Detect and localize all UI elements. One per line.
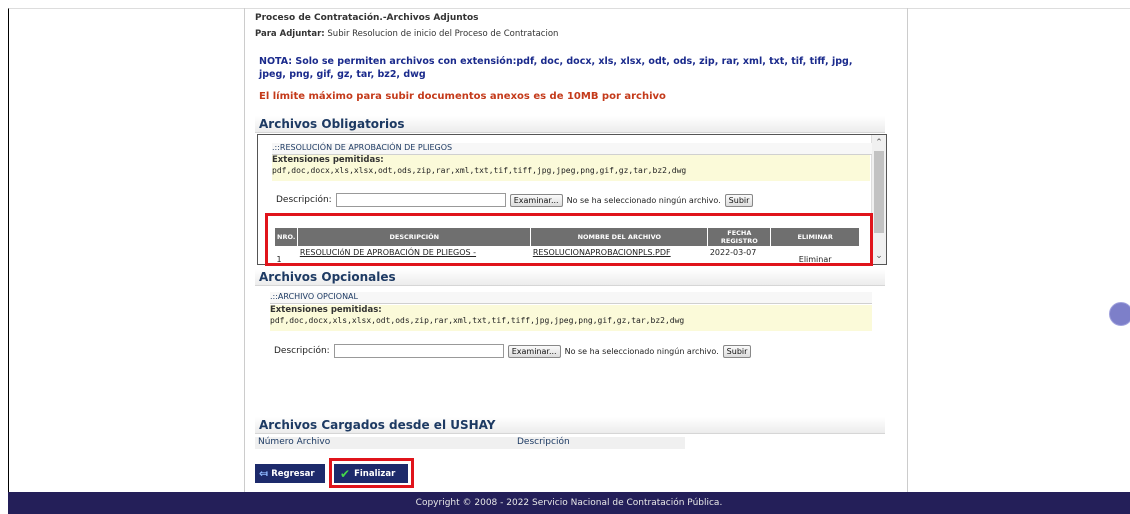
col-descripcion: Descripción: [517, 437, 570, 447]
doc-label-opcional: .::ARCHIVO OPCIONAL: [270, 292, 872, 304]
description-input[interactable]: [333, 344, 504, 358]
scroll-up-icon[interactable]: ⌃: [874, 137, 884, 149]
size-limit-note: El límite máximo para subir documentos a…: [259, 91, 666, 102]
upload-button[interactable]: Subir: [724, 193, 754, 207]
side-widget-icon[interactable]: [1109, 302, 1130, 326]
col-numero-archivo: Número Archivo: [258, 437, 331, 447]
extensions-title: Extensiones pemitidas:: [270, 305, 382, 315]
no-file-text: No se ha seleccionado ningún archivo.: [566, 195, 721, 205]
page-title: Proceso de Contratación.-Archivos Adjunt…: [255, 13, 479, 23]
upload-button[interactable]: Subir: [722, 344, 752, 358]
scroll-down-icon[interactable]: ⌄: [874, 250, 884, 262]
adjuntar-line: Para Adjuntar: Subir Resolucion de inici…: [255, 29, 558, 39]
highlight-box-table: [265, 213, 873, 266]
browse-button[interactable]: Examinar...: [507, 344, 561, 358]
regresar-button[interactable]: ⤆ Regresar: [255, 464, 325, 483]
upload-row-opcionales: Descripción: Examinar... No se ha selecc…: [274, 344, 752, 358]
cargados-header-row: Número Archivo Descripción: [255, 437, 685, 449]
footer-copyright: Copyright © 2008 - 2022 Servicio Naciona…: [8, 492, 1130, 514]
section-title-obligatorios: Archivos Obligatorios: [255, 116, 885, 133]
browse-button[interactable]: Examinar...: [509, 193, 563, 207]
extensions-list: pdf,doc,docx,xls,xlsx,odt,ods,zip,rar,xm…: [270, 316, 685, 325]
extensions-box-opcionales: Extensiones pemitidas: pdf,doc,docx,xls,…: [270, 305, 872, 331]
description-label: Descripción:: [274, 346, 330, 356]
adjuntar-label: Para Adjuntar:: [255, 29, 325, 39]
back-arrow-icon: ⤆: [259, 467, 269, 480]
scrollbar[interactable]: ⌃ ⌄: [871, 135, 886, 264]
extensions-list: pdf,doc,docx,xls,xlsx,odt,ods,zip,rar,xm…: [272, 166, 687, 175]
section-title-opcionales: Archivos Opcionales: [255, 269, 885, 286]
doc-label-resolucion: .::RESOLUCIÓN DE APROBACIÓN DE PLIEGOS: [272, 143, 872, 155]
extensions-box-obligatorios: Extensiones pemitidas: pdf,doc,docx,xls,…: [272, 155, 870, 181]
no-file-text: No se ha seleccionado ningún archivo.: [564, 346, 719, 356]
highlight-box-finalizar: [329, 458, 414, 488]
extensions-title: Extensiones pemitidas:: [272, 155, 384, 165]
extensions-note: NOTA: Solo se permiten archivos con exte…: [259, 56, 853, 80]
scroll-thumb[interactable]: [874, 151, 884, 233]
section-title-cargados: Archivos Cargados desde el USHAY: [255, 417, 885, 434]
description-label: Descripción:: [276, 195, 332, 205]
regresar-label: Regresar: [271, 468, 315, 479]
adjuntar-value: Subir Resolucion de inicio del Proceso d…: [327, 29, 559, 39]
upload-row-obligatorios: Descripción: Examinar... No se ha selecc…: [276, 193, 754, 207]
description-input[interactable]: [335, 193, 506, 207]
